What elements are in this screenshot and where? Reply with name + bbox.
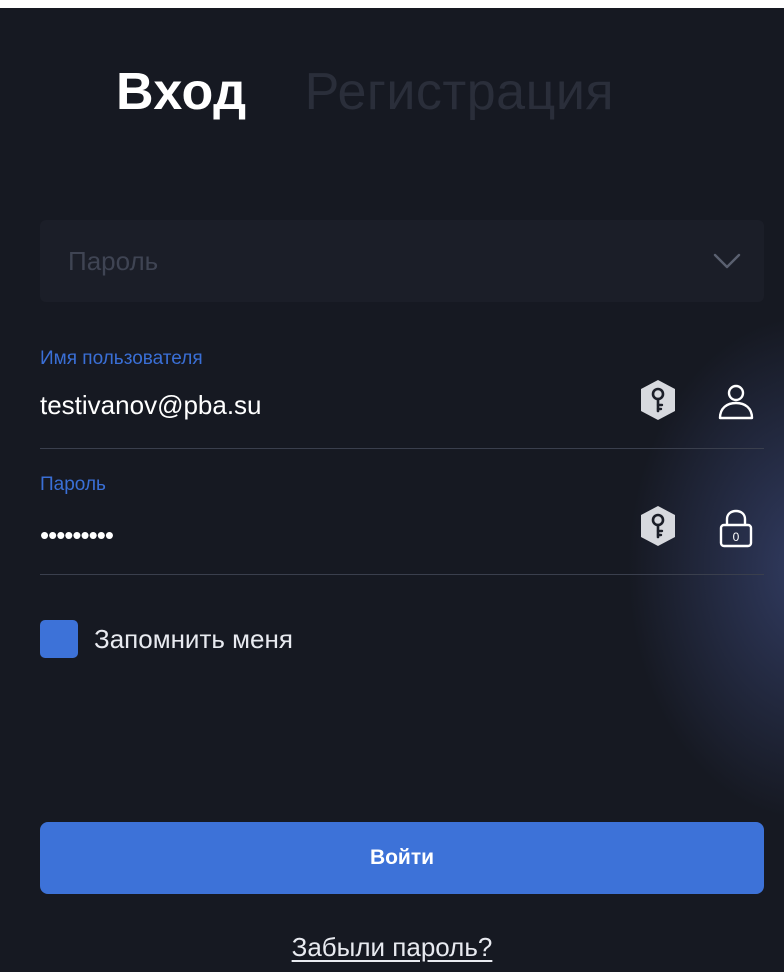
login-button[interactable]: Войти xyxy=(40,822,764,894)
auth-method-placeholder: Пароль xyxy=(68,246,159,276)
chevron-down-icon xyxy=(713,253,741,269)
tab-login[interactable]: Вход xyxy=(116,66,247,118)
user-icon xyxy=(718,384,754,420)
username-input[interactable]: testivanov@pba.su xyxy=(40,390,600,424)
password-input[interactable]: ••••••••• xyxy=(40,520,114,551)
forgot-password-link[interactable]: Забыли пароль? xyxy=(292,932,493,962)
key-icon[interactable] xyxy=(638,378,678,422)
svg-text:0: 0 xyxy=(733,530,740,544)
password-label: Пароль xyxy=(40,474,106,495)
tab-register[interactable]: Регистрация xyxy=(305,66,614,118)
password-field: Пароль ••••••••• 0 xyxy=(40,474,764,575)
forgot-password: Забыли пароль? xyxy=(0,932,784,963)
username-field: Имя пользователя testivanov@pba.su xyxy=(40,348,764,449)
lock-icon: 0 xyxy=(719,509,753,548)
auth-method-select[interactable]: Пароль xyxy=(40,220,764,302)
top-strip xyxy=(0,0,784,8)
auth-tabs: Вход Регистрация xyxy=(116,38,614,118)
remember-checkbox[interactable] xyxy=(40,620,78,658)
remember-label: Запомнить меня xyxy=(94,623,293,654)
key-icon[interactable] xyxy=(638,504,678,548)
login-panel: Вход Регистрация Пароль Имя пользователя… xyxy=(0,8,784,972)
username-label: Имя пользователя xyxy=(40,348,203,369)
remember-me[interactable]: Запомнить меня xyxy=(40,620,293,658)
